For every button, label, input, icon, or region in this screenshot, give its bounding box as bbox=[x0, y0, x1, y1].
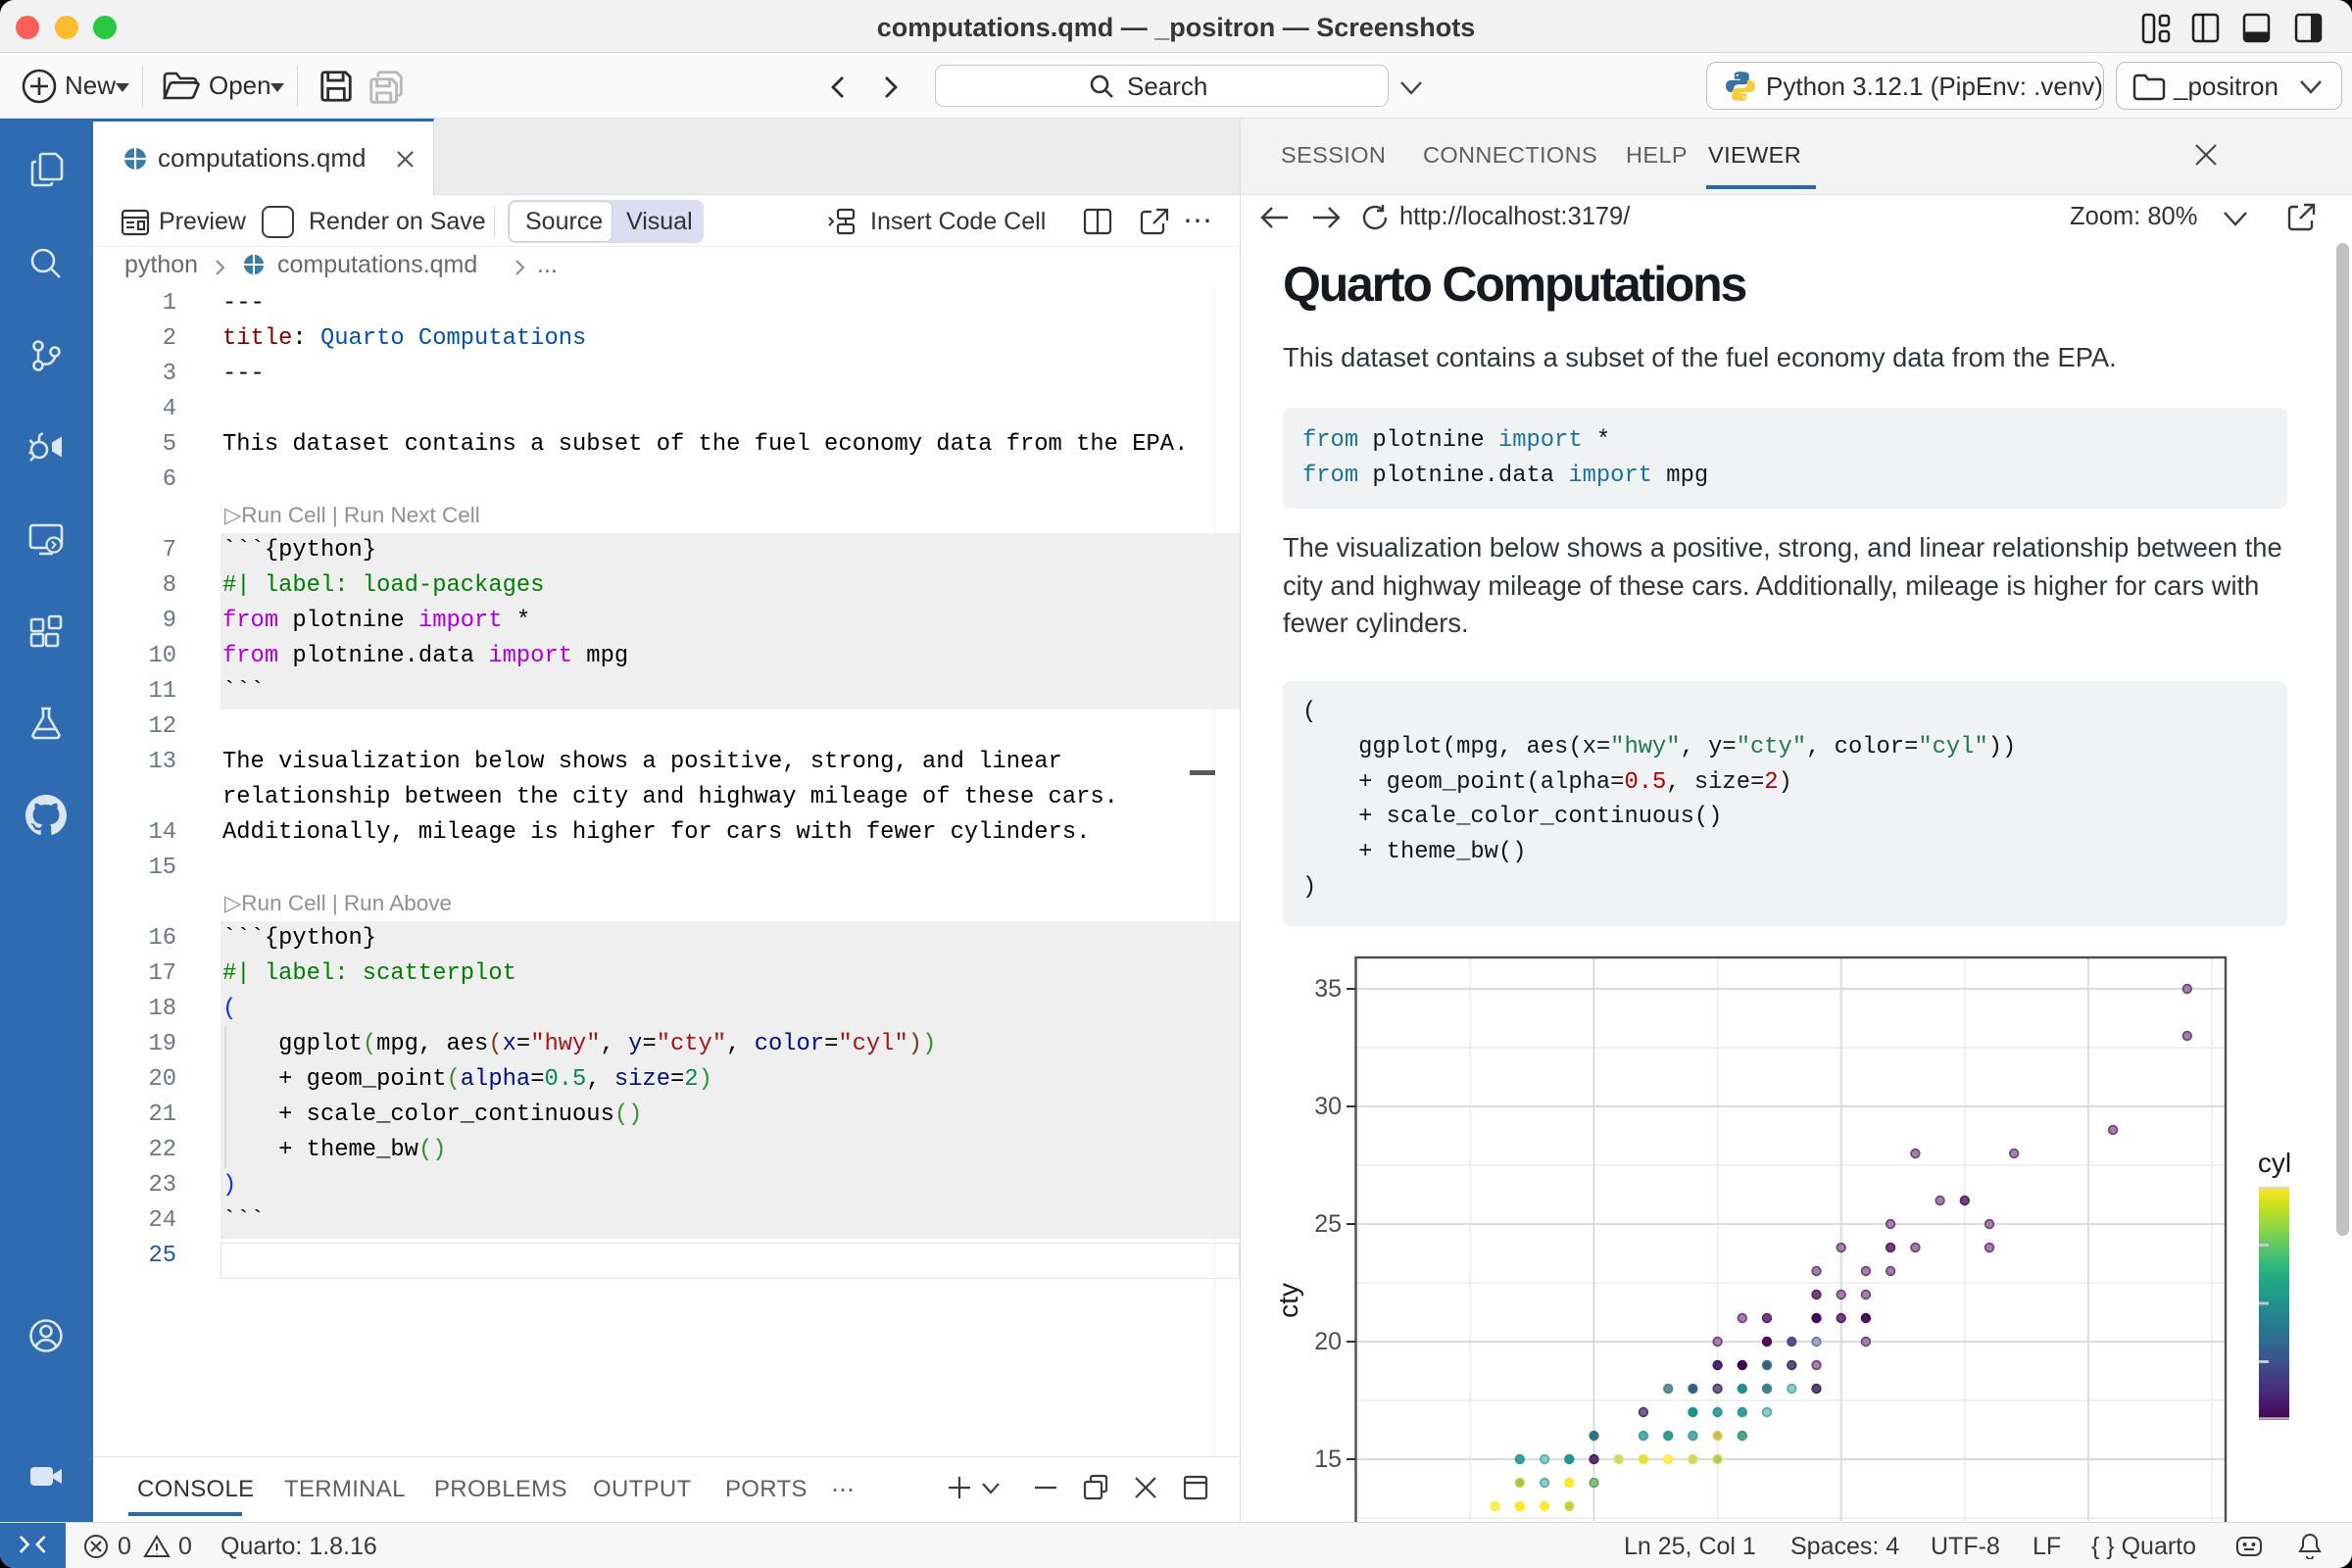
svg-text:35: 35 bbox=[1314, 975, 1342, 1003]
svg-text:cty: cty bbox=[1273, 1283, 1303, 1318]
svg-text:25: 25 bbox=[1314, 1210, 1342, 1238]
svg-text:cyl: cyl bbox=[2258, 1148, 2291, 1178]
svg-text:20: 20 bbox=[1314, 1328, 1342, 1355]
svg-text:15: 15 bbox=[1314, 1446, 1342, 1473]
svg-text:30: 30 bbox=[1314, 1093, 1342, 1120]
